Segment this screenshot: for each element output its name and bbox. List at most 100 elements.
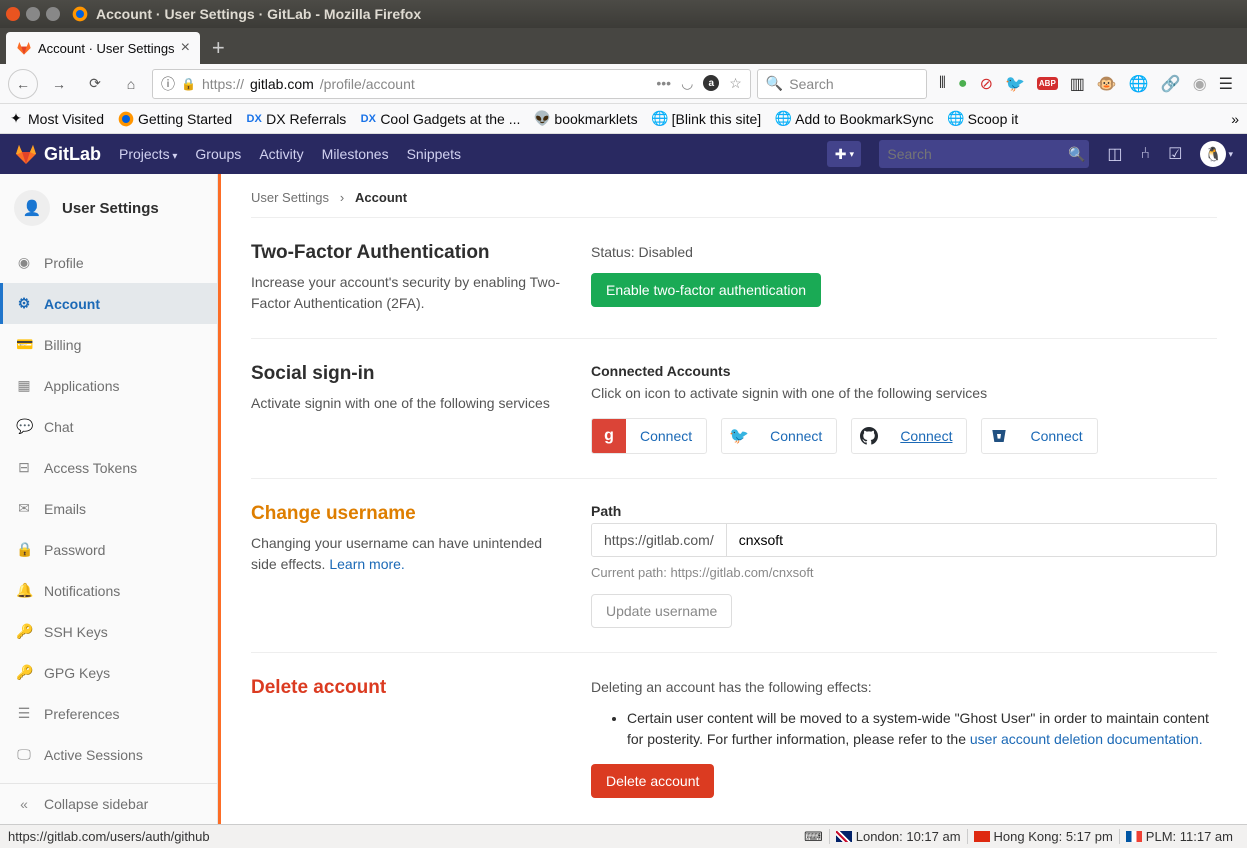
github-icon xyxy=(852,419,886,453)
twofa-title: Two-Factor Authentication xyxy=(251,242,571,264)
search-icon: 🔍 xyxy=(1068,146,1085,163)
nav-milestones[interactable]: Milestones xyxy=(322,146,389,162)
ext-monkey-icon[interactable]: 🐵 xyxy=(1097,74,1117,94)
ext-circle-icon[interactable]: ◉ xyxy=(1193,74,1207,94)
sidebar-item-preferences[interactable]: ☰Preferences xyxy=(0,693,217,734)
library-icon[interactable]: ⦀ xyxy=(939,75,946,93)
sidebar-item-active-sessions[interactable]: 🖵Active Sessions xyxy=(0,734,217,775)
bell-icon: 🔔 xyxy=(16,582,32,599)
path-prefix: https://gitlab.com/ xyxy=(592,524,727,556)
bookmark-dx-referrals[interactable]: DXDX Referrals xyxy=(246,111,346,127)
merge-requests-icon[interactable]: ⑃ xyxy=(1141,145,1151,163)
ext-abp-icon[interactable]: ABP xyxy=(1037,77,1058,90)
clock-hongkong[interactable]: Hong Kong: 5:17 pm xyxy=(967,829,1119,844)
tab-title: Account · User Settings xyxy=(38,41,175,56)
sidebar-item-profile[interactable]: ◉Profile xyxy=(0,242,217,283)
browser-tab[interactable]: Account · User Settings × xyxy=(6,32,200,64)
amazon-icon[interactable]: a xyxy=(703,75,719,91)
gitlab-search-input[interactable] xyxy=(887,146,1068,162)
sidebar-item-chat[interactable]: 💬Chat xyxy=(0,406,217,447)
section-username: Change username Changing your username c… xyxy=(251,479,1217,653)
sidebar-item-gpg-keys[interactable]: 🔑GPG Keys xyxy=(0,652,217,693)
sidebar-item-emails[interactable]: ✉Emails xyxy=(0,488,217,529)
bookmarks-overflow-icon[interactable]: » xyxy=(1231,111,1239,127)
keyboard-icon[interactable]: ⌨ xyxy=(798,829,829,845)
ext-link-icon[interactable]: 🔗 xyxy=(1161,74,1181,94)
bookmark-most-visited[interactable]: ✦Most Visited xyxy=(8,111,104,127)
nav-groups[interactable]: Groups xyxy=(195,146,241,162)
username-title: Change username xyxy=(251,503,571,525)
bookmark-getting-started[interactable]: Getting Started xyxy=(118,111,232,127)
nav-activity[interactable]: Activity xyxy=(259,146,303,162)
pocket-icon[interactable]: ◡ xyxy=(681,75,693,92)
window-maximize-button[interactable] xyxy=(46,7,60,21)
bookmark-cool-gadgets[interactable]: DXCool Gadgets at the ... xyxy=(360,111,520,127)
bookmark-scoop[interactable]: 🌐Scoop it xyxy=(948,111,1019,127)
nav-home-button[interactable]: ⌂ xyxy=(116,69,146,99)
monitor-icon: 🖵 xyxy=(16,746,32,763)
browser-search-box[interactable]: 🔍 Search xyxy=(757,69,927,99)
bitbucket-icon xyxy=(982,419,1016,453)
tab-close-icon[interactable]: × xyxy=(181,39,190,57)
gitlab-top-nav: GitLab Projects Groups Activity Mileston… xyxy=(0,134,1247,174)
sidebar-item-password[interactable]: 🔒Password xyxy=(0,529,217,570)
flag-fr-icon xyxy=(1126,831,1142,842)
flag-hk-icon xyxy=(974,831,990,842)
connect-google-button[interactable]: gConnect xyxy=(591,418,707,454)
delete-doc-link[interactable]: user account deletion documentation. xyxy=(970,731,1203,747)
sidebar-item-notifications[interactable]: 🔔Notifications xyxy=(0,570,217,611)
gitlab-search[interactable]: 🔍 xyxy=(879,140,1089,168)
nav-back-button[interactable]: ← xyxy=(8,69,38,99)
bookmark-star-icon[interactable]: ☆ xyxy=(729,75,742,92)
delete-account-button[interactable]: Delete account xyxy=(591,764,714,798)
sidebar-header: 👤 User Settings xyxy=(0,174,217,242)
ext-globe-icon[interactable]: 🌐 xyxy=(1129,74,1149,94)
nav-projects[interactable]: Projects xyxy=(119,146,177,162)
enable-2fa-button[interactable]: Enable two-factor authentication xyxy=(591,273,821,307)
window-minimize-button[interactable] xyxy=(26,7,40,21)
site-info-icon[interactable]: ⓘ xyxy=(161,74,175,94)
clock-plm[interactable]: PLM: 11:17 am xyxy=(1119,829,1239,844)
learn-more-link[interactable]: Learn more. xyxy=(329,556,404,572)
bookmark-sync[interactable]: 🌐Add to BookmarkSync xyxy=(775,111,934,127)
connect-bitbucket-button[interactable]: Connect xyxy=(981,418,1097,454)
gitlab-logo[interactable]: GitLab xyxy=(14,142,101,166)
clock-london[interactable]: London: 10:17 am xyxy=(829,829,967,844)
sidebar-item-billing[interactable]: 💳Billing xyxy=(0,324,217,365)
url-bar[interactable]: ⓘ 🔒 https://gitlab.com/profile/account •… xyxy=(152,69,751,99)
nav-forward-button[interactable]: → xyxy=(44,69,74,99)
bookmark-blink[interactable]: 🌐[Blink this site] xyxy=(652,111,761,127)
ext-icon-1[interactable]: ● xyxy=(958,75,968,93)
breadcrumb-root[interactable]: User Settings xyxy=(251,190,329,205)
sidebar-item-applications[interactable]: ▦Applications xyxy=(0,365,217,406)
connect-twitter-button[interactable]: 🐦Connect xyxy=(721,418,837,454)
email-icon: ✉ xyxy=(16,500,32,517)
main-content: User Settings › Account Two-Factor Authe… xyxy=(218,174,1247,824)
sidebar-item-ssh-keys[interactable]: 🔑SSH Keys xyxy=(0,611,217,652)
ext-icon-2[interactable]: ⊘ xyxy=(980,74,993,94)
section-social: Social sign-in Activate signin with one … xyxy=(251,339,1217,479)
username-desc: Changing your username can have unintend… xyxy=(251,533,571,575)
issues-icon[interactable]: ◫ xyxy=(1107,144,1122,164)
sidebar-item-account[interactable]: ⚙Account xyxy=(0,283,217,324)
nav-reload-button[interactable]: ⟳ xyxy=(80,69,110,99)
window-close-button[interactable] xyxy=(6,7,20,21)
ext-twitter-icon[interactable]: 🐦 xyxy=(1005,74,1025,94)
hamburger-menu-icon[interactable]: ☰ xyxy=(1219,74,1233,94)
bookmark-bookmarklets[interactable]: 👽bookmarklets xyxy=(534,111,637,127)
todos-icon[interactable]: ☑ xyxy=(1168,144,1182,164)
url-path: /profile/account xyxy=(320,76,415,92)
ext-reader-icon[interactable]: ▥ xyxy=(1070,74,1085,94)
update-username-button[interactable]: Update username xyxy=(591,594,732,628)
connect-github-button[interactable]: Connect xyxy=(851,418,967,454)
user-menu[interactable]: 🐧 ▾ xyxy=(1200,141,1233,167)
new-dropdown-button[interactable]: ✚▾ xyxy=(827,141,861,167)
collapse-sidebar[interactable]: «Collapse sidebar xyxy=(0,783,217,824)
google-icon: g xyxy=(592,419,626,453)
nav-snippets[interactable]: Snippets xyxy=(407,146,461,162)
username-input[interactable] xyxy=(727,524,1216,556)
url-more-icon[interactable]: ••• xyxy=(656,75,671,92)
new-tab-button[interactable]: + xyxy=(200,32,237,64)
account-icon: ⚙ xyxy=(16,295,32,312)
sidebar-item-access-tokens[interactable]: ⊟Access Tokens xyxy=(0,447,217,488)
